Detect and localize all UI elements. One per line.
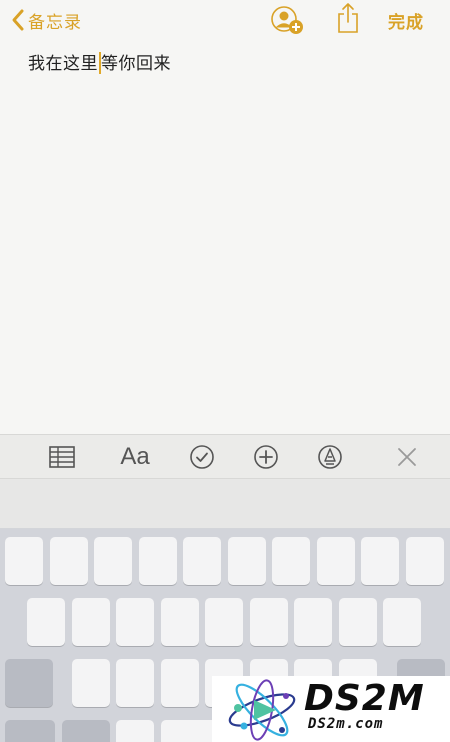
text-format-button[interactable]: Aa — [112, 435, 158, 479]
keyboard-key[interactable] — [228, 537, 266, 585]
keyboard-key[interactable] — [406, 537, 444, 585]
person-add-icon — [271, 6, 303, 34]
watermark-url: DS2m.com — [308, 716, 384, 732]
checklist-button[interactable] — [186, 435, 218, 479]
globe-key[interactable] — [62, 720, 110, 742]
add-icon — [254, 445, 278, 469]
share-button[interactable] — [336, 2, 360, 34]
chevron-left-icon — [12, 9, 24, 31]
keyboard-key[interactable] — [72, 598, 110, 646]
note-editor[interactable]: 我在这里 等你回来 — [0, 44, 450, 434]
keyboard-key[interactable] — [294, 598, 332, 646]
keyboard-key[interactable] — [250, 598, 288, 646]
note-text-after-cursor: 等你回来 — [101, 54, 171, 74]
add-collaborator-button[interactable] — [268, 4, 306, 36]
keyboard-key[interactable] — [94, 537, 132, 585]
watermark: DS2M DS2m.com — [212, 676, 450, 742]
checklist-icon — [190, 445, 214, 469]
back-button[interactable]: 备忘录 — [10, 6, 82, 34]
keyboard-key[interactable] — [339, 598, 377, 646]
keyboard-key[interactable] — [72, 659, 110, 707]
keyboard-key[interactable] — [139, 537, 177, 585]
numbers-key[interactable] — [5, 720, 55, 742]
atom-logo-icon — [228, 679, 296, 741]
close-icon — [398, 448, 416, 466]
keyboard-key[interactable] — [116, 598, 154, 646]
note-text-before-cursor: 我在这里 — [28, 54, 98, 74]
keyboard-key[interactable] — [361, 537, 399, 585]
keyboard-key[interactable] — [205, 598, 243, 646]
watermark-title: DS2M — [304, 678, 425, 719]
insert-button[interactable] — [250, 435, 282, 479]
keyboard-key[interactable] — [5, 537, 43, 585]
close-keyboard-button[interactable] — [392, 435, 422, 479]
predictive-text-bar[interactable] — [0, 479, 450, 529]
keyboard-key[interactable] — [317, 537, 355, 585]
nav-bar: 备忘录 完成 — [0, 0, 450, 44]
keyboard-key[interactable] — [116, 659, 154, 707]
table-button[interactable] — [44, 435, 80, 479]
shift-key[interactable] — [5, 659, 53, 707]
format-toolbar: Aa — [0, 434, 450, 479]
keyboard-key[interactable] — [161, 598, 199, 646]
back-label: 备忘录 — [28, 12, 82, 33]
share-icon — [338, 3, 358, 33]
done-button[interactable]: 完成 — [388, 8, 424, 33]
keyboard-key[interactable] — [50, 537, 88, 585]
markup-button[interactable] — [314, 435, 346, 479]
table-icon — [49, 446, 75, 468]
keyboard-key[interactable] — [383, 598, 421, 646]
keyboard-key[interactable] — [161, 659, 199, 707]
keyboard-key[interactable] — [272, 537, 310, 585]
text-format-label: Aa — [120, 443, 150, 470]
keyboard-key[interactable] — [116, 720, 154, 742]
markup-icon — [318, 445, 342, 469]
keyboard-key[interactable] — [183, 537, 221, 585]
note-text[interactable]: 我在这里 等你回来 — [28, 52, 171, 76]
keyboard-key[interactable] — [27, 598, 65, 646]
